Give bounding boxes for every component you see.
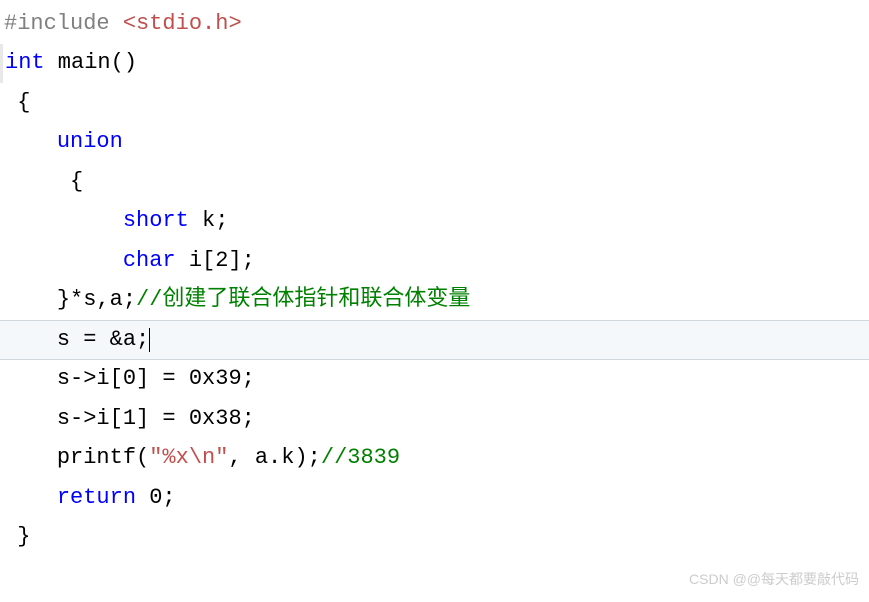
code-line: { [0, 162, 869, 202]
type-keyword: short [123, 201, 189, 241]
code-line: #include <stdio.h> [0, 4, 869, 44]
statement: s->i[1] = 0x38; [57, 399, 255, 439]
code-line: } [0, 518, 869, 558]
indent [4, 478, 57, 518]
function-name: main() [45, 43, 137, 83]
return-keyword: return [57, 478, 136, 518]
brace: } [57, 280, 70, 320]
comment: //3839 [321, 438, 400, 478]
brace: } [4, 517, 30, 557]
code-line: union [0, 123, 869, 163]
statement: s = &a; [57, 320, 149, 360]
code-line: return 0; [0, 478, 869, 518]
indent [4, 320, 57, 360]
variable-decl: *s,a; [70, 280, 136, 320]
function-call: printf [57, 438, 136, 478]
code-editor[interactable]: #include <stdio.h> int main() { union { … [0, 4, 869, 557]
code-line: s->i[0] = 0x39; [0, 360, 869, 400]
args: , a.k); [228, 438, 320, 478]
indent [4, 359, 57, 399]
statement: s->i[0] = 0x39; [57, 359, 255, 399]
code-line: printf("%x\n", a.k);//3839 [0, 439, 869, 479]
type-keyword: int [5, 43, 45, 83]
indent [4, 162, 70, 202]
indent [4, 438, 57, 478]
preprocessor-directive: #include [4, 4, 110, 44]
comment: //创建了联合体指针和联合体变量 [136, 280, 470, 320]
indent [4, 280, 57, 320]
indent [4, 399, 57, 439]
brace: { [70, 162, 83, 202]
code-line-current: s = &a; [0, 320, 869, 360]
code-line: char i[2]; [0, 241, 869, 281]
union-keyword: union [57, 122, 123, 162]
code-line: int main() [0, 44, 869, 84]
indent [4, 122, 57, 162]
code-line: short k; [0, 202, 869, 242]
code-line: s->i[1] = 0x38; [0, 399, 869, 439]
header-include: <stdio.h> [110, 4, 242, 44]
text-cursor [149, 328, 150, 352]
brace: { [4, 83, 30, 123]
code-line: { [0, 83, 869, 123]
watermark: CSDN @@每天都要敲代码 [689, 567, 859, 592]
string-literal: "%x\n" [149, 438, 228, 478]
type-keyword: char [123, 241, 176, 281]
code-line: }*s,a;//创建了联合体指针和联合体变量 [0, 281, 869, 321]
return-value: 0; [136, 478, 176, 518]
paren: ( [136, 438, 149, 478]
variable-decl: i[2]; [176, 241, 255, 281]
indent [4, 241, 123, 281]
indent [4, 201, 123, 241]
variable-decl: k; [189, 201, 229, 241]
